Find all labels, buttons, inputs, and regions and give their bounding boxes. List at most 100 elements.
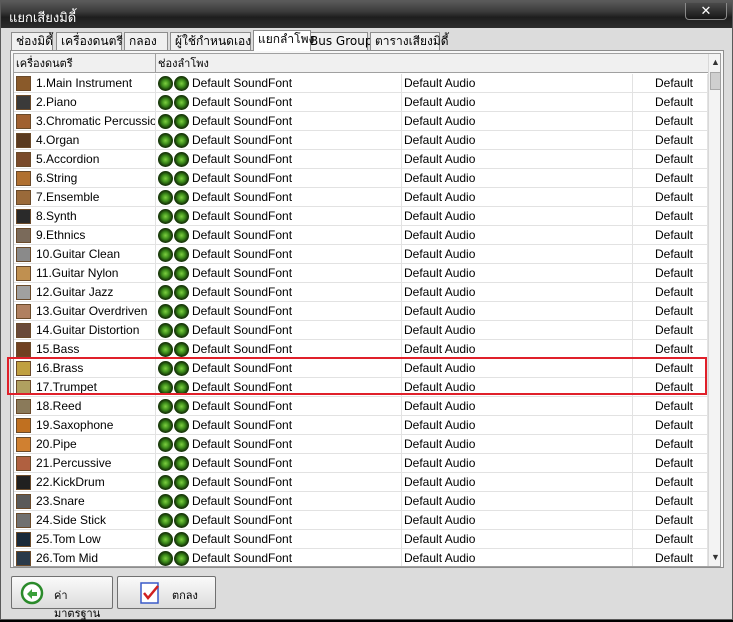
led-on-icon[interactable] (174, 437, 189, 452)
audio-cell[interactable]: Default Audio (402, 359, 633, 378)
audio-cell[interactable]: Default Audio (402, 112, 633, 131)
default-cell[interactable]: Default (633, 340, 708, 359)
soundfont-cell[interactable]: Default SoundFont (156, 245, 402, 264)
tab-speaker-split[interactable]: แยกลำโพง (253, 30, 314, 51)
led-on-icon[interactable] (158, 513, 173, 528)
instrument-cell[interactable]: 8.Synth (14, 207, 156, 226)
default-cell[interactable]: Default (633, 321, 708, 340)
tab-midi-channel[interactable]: ช่องมิดี้ (11, 32, 53, 50)
tab-drums[interactable]: กลอง (124, 32, 168, 50)
default-cell[interactable]: Default (633, 378, 708, 397)
soundfont-cell[interactable]: Default SoundFont (156, 169, 402, 188)
led-on-icon[interactable] (174, 418, 189, 433)
instrument-cell[interactable]: 10.Guitar Clean (14, 245, 156, 264)
instrument-cell[interactable]: 3.Chromatic Percussion (14, 112, 156, 131)
led-on-icon[interactable] (158, 494, 173, 509)
soundfont-cell[interactable]: Default SoundFont (156, 226, 402, 245)
led-on-icon[interactable] (174, 285, 189, 300)
default-cell[interactable]: Default (633, 245, 708, 264)
soundfont-cell[interactable]: Default SoundFont (156, 93, 402, 112)
audio-cell[interactable]: Default Audio (402, 549, 633, 566)
audio-cell[interactable]: Default Audio (402, 207, 633, 226)
led-on-icon[interactable] (174, 532, 189, 547)
table-row[interactable]: 8.Synth Default SoundFont Default Audio Def… (14, 207, 708, 226)
led-on-icon[interactable] (174, 209, 189, 224)
led-on-icon[interactable] (158, 171, 173, 186)
table-row[interactable]: 4.Organ Default SoundFont Default Audio Def… (14, 131, 708, 150)
default-cell[interactable]: Default (633, 302, 708, 321)
audio-cell[interactable]: Default Audio (402, 93, 633, 112)
table-row[interactable]: 18.Reed Default SoundFont Default Audio Def… (14, 397, 708, 416)
instrument-cell[interactable]: 18.Reed (14, 397, 156, 416)
tab-instruments[interactable]: เครื่องดนตรี (56, 32, 123, 50)
instrument-cell[interactable]: 5.Accordion (14, 150, 156, 169)
audio-cell[interactable]: Default Audio (402, 226, 633, 245)
default-cell[interactable]: Default (633, 150, 708, 169)
instrument-cell[interactable]: 4.Organ (14, 131, 156, 150)
audio-cell[interactable]: Default Audio (402, 188, 633, 207)
instrument-cell[interactable]: 21.Percussive (14, 454, 156, 473)
led-on-icon[interactable] (174, 228, 189, 243)
column-header-instrument[interactable]: เครื่องดนตรี (14, 54, 156, 73)
table-row[interactable]: 14.Guitar Distortion Default SoundFont Def… (14, 321, 708, 340)
table-row[interactable]: 21.Percussive Default SoundFont Default Au… (14, 454, 708, 473)
title-bar[interactable]: แยกเสียงมิดี้ ✕ (1, 1, 732, 28)
soundfont-cell[interactable]: Default SoundFont (156, 397, 402, 416)
soundfont-cell[interactable]: Default SoundFont (156, 283, 402, 302)
table-row[interactable]: 26.Tom Mid Default SoundFont Default Audio… (14, 549, 708, 566)
default-cell[interactable]: Default (633, 131, 708, 150)
led-on-icon[interactable] (158, 152, 173, 167)
audio-cell[interactable]: Default Audio (402, 302, 633, 321)
led-on-icon[interactable] (174, 304, 189, 319)
default-cell[interactable]: Default (633, 435, 708, 454)
scroll-down-icon[interactable]: ▼ (709, 549, 720, 566)
led-on-icon[interactable] (174, 114, 189, 129)
table-row[interactable]: 20.Pipe Default SoundFont Default Audio Def… (14, 435, 708, 454)
instrument-cell[interactable]: 25.Tom Low (14, 530, 156, 549)
led-on-icon[interactable] (158, 95, 173, 110)
led-on-icon[interactable] (158, 209, 173, 224)
led-on-icon[interactable] (158, 380, 173, 395)
audio-cell[interactable]: Default Audio (402, 530, 633, 549)
default-cell[interactable]: Default (633, 492, 708, 511)
table-row[interactable]: 10.Guitar Clean Default SoundFont Default … (14, 245, 708, 264)
led-on-icon[interactable] (158, 304, 173, 319)
audio-cell[interactable]: Default Audio (402, 74, 633, 93)
audio-cell[interactable]: Default Audio (402, 397, 633, 416)
led-on-icon[interactable] (158, 418, 173, 433)
audio-cell[interactable]: Default Audio (402, 131, 633, 150)
scroll-thumb[interactable] (710, 72, 720, 90)
default-cell[interactable]: Default (633, 549, 708, 566)
soundfont-cell[interactable]: Default SoundFont (156, 359, 402, 378)
led-on-icon[interactable] (158, 285, 173, 300)
led-on-icon[interactable] (174, 133, 189, 148)
default-cell[interactable]: Default (633, 188, 708, 207)
led-on-icon[interactable] (158, 437, 173, 452)
table-row[interactable]: 2.Piano Default SoundFont Default Audio Def… (14, 93, 708, 112)
instrument-cell[interactable]: 26.Tom Mid (14, 549, 156, 566)
audio-cell[interactable]: Default Audio (402, 245, 633, 264)
default-cell[interactable]: Default (633, 473, 708, 492)
soundfont-cell[interactable]: Default SoundFont (156, 454, 402, 473)
default-cell[interactable]: Default (633, 416, 708, 435)
soundfont-cell[interactable]: Default SoundFont (156, 321, 402, 340)
soundfont-cell[interactable]: Default SoundFont (156, 302, 402, 321)
led-on-icon[interactable] (158, 551, 173, 566)
soundfont-cell[interactable]: Default SoundFont (156, 150, 402, 169)
table-row[interactable]: 19.Saxophone Default SoundFont Default Aud… (14, 416, 708, 435)
soundfont-cell[interactable]: Default SoundFont (156, 112, 402, 131)
table-row[interactable]: 22.KickDrum Default SoundFont Default Audi… (14, 473, 708, 492)
default-cell[interactable]: Default (633, 264, 708, 283)
instrument-cell[interactable]: 20.Pipe (14, 435, 156, 454)
default-cell[interactable]: Default (633, 207, 708, 226)
led-on-icon[interactable] (158, 323, 173, 338)
led-on-icon[interactable] (174, 456, 189, 471)
led-on-icon[interactable] (174, 380, 189, 395)
audio-cell[interactable]: Default Audio (402, 264, 633, 283)
default-cell[interactable]: Default (633, 169, 708, 188)
instrument-cell[interactable]: 17.Trumpet (14, 378, 156, 397)
audio-cell[interactable]: Default Audio (402, 150, 633, 169)
table-row[interactable]: 17.Trumpet Default SoundFont Default Audio… (14, 378, 708, 397)
default-cell[interactable]: Default (633, 112, 708, 131)
table-row[interactable]: 24.Side Stick Default SoundFont Default Au… (14, 511, 708, 530)
